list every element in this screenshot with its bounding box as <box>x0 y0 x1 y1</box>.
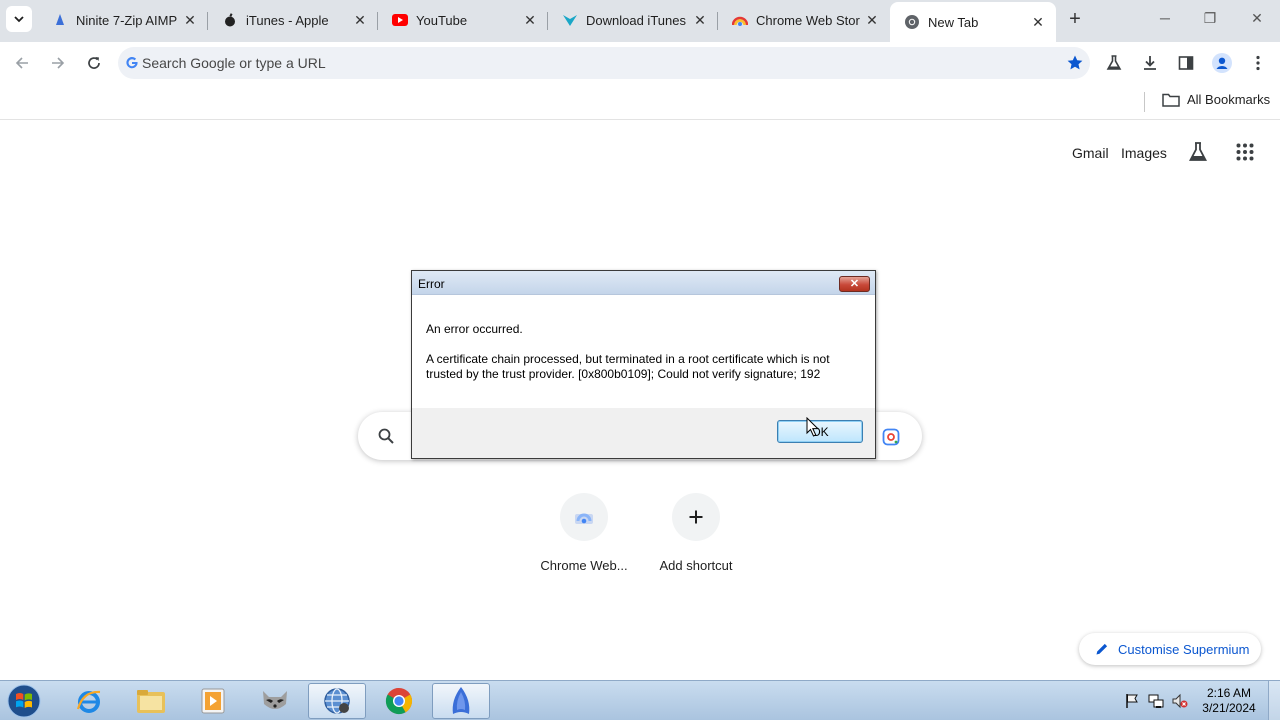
action-center-flag-icon[interactable] <box>1124 693 1140 709</box>
download-icon[interactable] <box>1140 53 1160 73</box>
globe-icon <box>324 688 350 714</box>
internet-explorer-icon <box>76 690 101 713</box>
volume-muted-icon[interactable] <box>1172 693 1188 709</box>
error-heading: An error occurred. <box>426 322 523 336</box>
tab-ninite[interactable]: Ninite 7-Zip AIMP ✕ <box>38 0 208 40</box>
add-shortcut-button[interactable]: Add shortcut <box>636 493 756 573</box>
address-bar[interactable] <box>118 47 1090 79</box>
all-bookmarks-button[interactable]: All Bookmarks <box>1162 92 1270 107</box>
close-icon[interactable]: ✕ <box>1030 14 1046 30</box>
apple-icon <box>222 12 238 28</box>
tab-title: Chrome Web Stor <box>756 12 860 28</box>
tab-youtube[interactable]: YouTube ✕ <box>378 0 548 40</box>
images-link[interactable]: Images <box>1121 145 1167 161</box>
plus-icon <box>672 493 720 541</box>
forward-button[interactable] <box>46 51 70 75</box>
tab-title: Ninite 7-Zip AIMP <box>76 12 178 28</box>
tab-title: iTunes - Apple <box>246 12 329 28</box>
new-tab-button[interactable]: + <box>1064 9 1086 31</box>
back-button[interactable] <box>10 51 34 75</box>
download-site-icon <box>562 12 578 28</box>
labs-flask-icon[interactable] <box>1104 53 1124 73</box>
side-panel-icon[interactable] <box>1176 53 1196 73</box>
address-input[interactable] <box>142 55 1042 71</box>
tab-chrome-web-store[interactable]: Chrome Web Stor ✕ <box>718 0 890 40</box>
apps-grid-icon[interactable] <box>1236 143 1254 166</box>
show-desktop-button[interactable] <box>1268 681 1280 720</box>
pencil-icon <box>1096 643 1108 655</box>
close-icon[interactable]: ✕ <box>352 12 368 28</box>
clock-time: 2:16 AM <box>1206 686 1252 700</box>
minimize-icon[interactable]: ─ <box>1155 10 1175 30</box>
restore-icon[interactable]: ❐ <box>1200 10 1220 30</box>
clock-date: 3/21/2024 <box>1202 701 1256 715</box>
bookmarks-bar: All Bookmarks <box>0 84 1280 120</box>
customise-label: Customise Supermium <box>1118 641 1250 657</box>
tab-download-itunes[interactable]: Download iTunes ✕ <box>548 0 718 40</box>
google-g-icon <box>126 57 138 69</box>
shortcut-chrome-web-store[interactable]: Chrome Web... <box>524 493 644 573</box>
dialog-close-button[interactable]: ✕ <box>839 276 870 292</box>
google-lens-icon[interactable] <box>882 428 900 446</box>
mouse-cursor-icon <box>806 417 820 437</box>
tab-title: YouTube <box>416 12 468 28</box>
close-icon[interactable]: ✕ <box>522 12 538 28</box>
folder-icon <box>1162 93 1180 107</box>
dialog-body: An error occurred. A certificate chain p… <box>412 295 875 408</box>
chrome-web-store-icon <box>560 493 608 541</box>
media-player-icon <box>201 688 225 714</box>
reload-icon <box>88 57 100 69</box>
tab-strip: Ninite 7-Zip AIMP ✕ iTunes - Apple ✕ You… <box>0 0 1280 42</box>
tab-title: New Tab <box>928 14 979 30</box>
labs-flask-icon[interactable] <box>1187 141 1209 168</box>
close-icon[interactable]: ✕ <box>864 12 880 28</box>
chrome-icon <box>385 687 413 715</box>
shortcut-label: Chrome Web... <box>540 558 628 573</box>
taskbar-chrome[interactable] <box>370 683 428 719</box>
back-arrow-icon <box>15 57 28 69</box>
installer-icon <box>452 687 470 714</box>
chromium-icon <box>904 14 920 30</box>
all-bookmarks-label: All Bookmarks <box>1187 92 1271 107</box>
search-icon <box>378 428 394 444</box>
chevron-down-icon <box>14 16 24 23</box>
shortcut-label: Add shortcut <box>659 558 733 573</box>
customise-button[interactable]: Customise Supermium <box>1079 633 1261 665</box>
taskbar-network-globe[interactable] <box>308 683 366 719</box>
folder-icon <box>137 690 165 713</box>
taskbar-internet-explorer[interactable] <box>60 683 118 719</box>
browser-toolbar <box>0 42 1280 84</box>
bookmark-star-icon[interactable] <box>1066 54 1084 72</box>
gmail-link[interactable]: Gmail <box>1072 145 1109 161</box>
reload-button[interactable] <box>82 51 106 75</box>
network-icon[interactable] <box>1148 693 1164 709</box>
youtube-icon <box>392 12 408 28</box>
window-close-icon[interactable]: ✕ <box>1247 10 1267 30</box>
tab-title: Download iTunes <box>586 12 686 28</box>
dialog-title: Error <box>418 277 445 291</box>
system-clock[interactable]: 2:16 AM 3/21/2024 <box>1196 686 1262 716</box>
taskbar-media-player[interactable] <box>184 683 242 719</box>
taskbar-installer-app[interactable] <box>432 683 490 719</box>
ninite-icon <box>52 12 68 28</box>
profile-avatar-icon[interactable] <box>1212 53 1232 73</box>
tab-new-tab[interactable]: New Tab ✕ <box>890 2 1056 42</box>
taskbar-file-explorer[interactable] <box>122 683 180 719</box>
forward-arrow-icon <box>52 57 65 69</box>
windows-orb-icon <box>7 684 41 718</box>
raccoon-icon <box>263 691 287 709</box>
tab-search-button[interactable] <box>6 6 32 32</box>
taskbar-raccoon-app[interactable] <box>246 683 304 719</box>
close-icon[interactable]: ✕ <box>692 12 708 28</box>
tab-itunes-apple[interactable]: iTunes - Apple ✕ <box>208 0 378 40</box>
taskbar: 2:16 AM 3/21/2024 <box>0 680 1280 720</box>
kebab-menu-icon[interactable] <box>1248 53 1268 73</box>
error-detail: A certificate chain processed, but termi… <box>426 352 830 381</box>
chrome-web-store-icon <box>732 12 748 28</box>
close-icon[interactable]: ✕ <box>182 12 198 28</box>
ok-button[interactable]: OK <box>777 420 863 443</box>
dialog-titlebar[interactable]: Error ✕ <box>412 271 875 295</box>
start-button[interactable] <box>4 682 44 720</box>
